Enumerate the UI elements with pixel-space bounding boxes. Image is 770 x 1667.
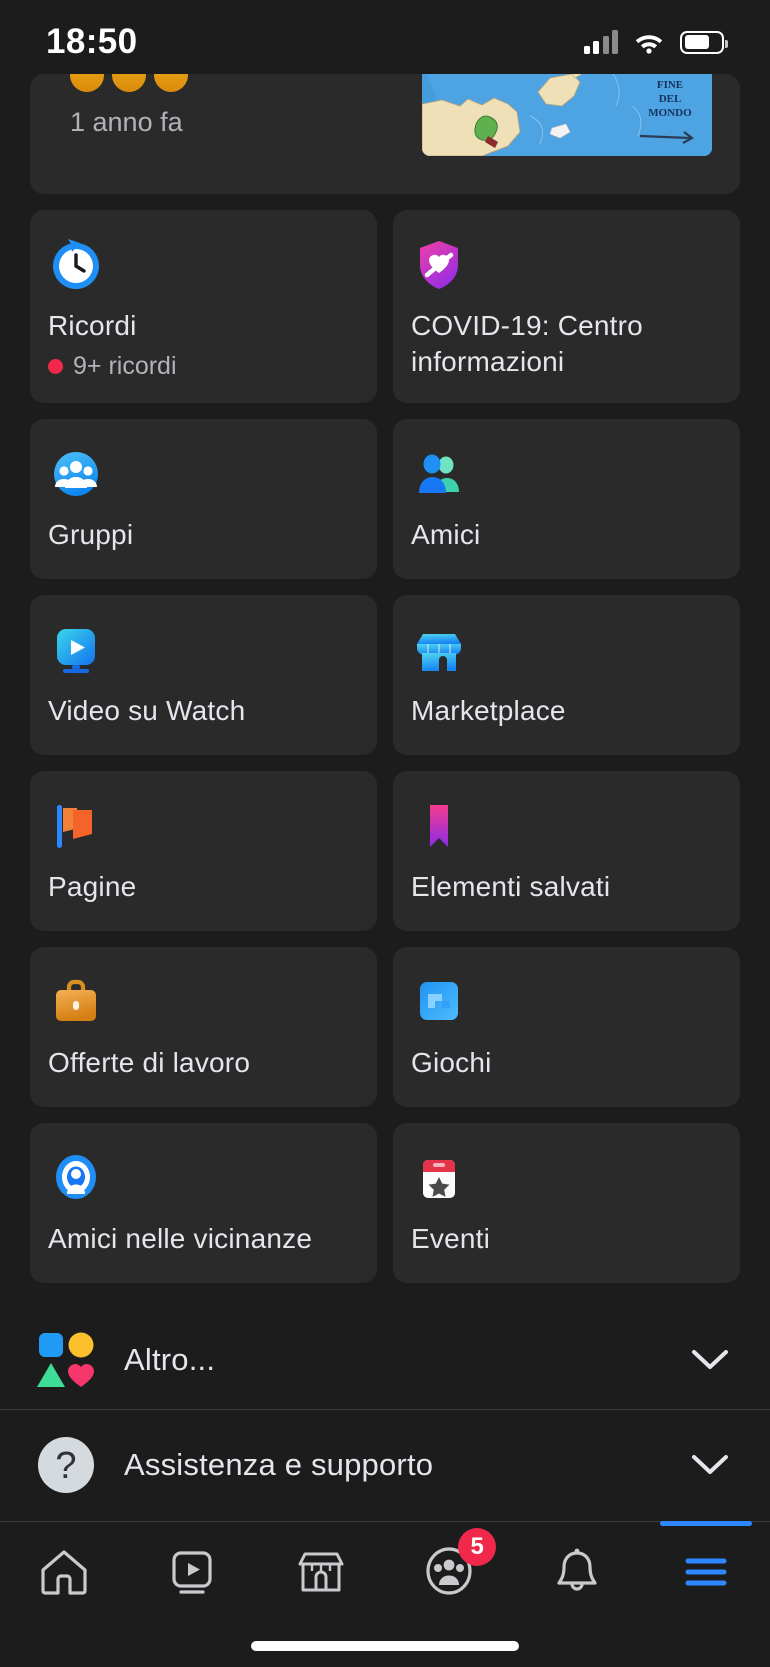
battery-icon xyxy=(680,30,728,54)
svg-text:FINE: FINE xyxy=(657,79,683,91)
shortcut-card-video-su-watch[interactable]: Video su Watch xyxy=(30,594,377,755)
shortcut-card-ricordi[interactable]: Ricordi 9+ ricordi xyxy=(30,210,377,403)
wifi-icon xyxy=(635,35,663,54)
active-tab-indicator xyxy=(659,1521,753,1526)
map-meme-image: FINE DEL MONDO xyxy=(422,74,712,156)
shortcut-card-covid[interactable]: COVID-19: Centro informazioni xyxy=(393,210,740,403)
shortcut-label: Amici nelle vicinanze xyxy=(48,1222,313,1254)
shortcut-label: Video su Watch xyxy=(48,694,246,726)
shortcut-label: Offerte di lavoro xyxy=(48,1046,251,1078)
chevron-down-icon[interactable] xyxy=(680,1347,740,1373)
help-question-circle-icon: ? xyxy=(30,1433,102,1497)
home-indicator xyxy=(251,1641,519,1651)
shortcut-sub-text: 9+ ricordi xyxy=(73,351,177,380)
marketplace-tab[interactable] xyxy=(257,1522,385,1622)
hamburger-menu-icon xyxy=(685,1558,727,1586)
bottom-nav-tabs: 5 xyxy=(0,1521,770,1622)
events-calendar-star-icon xyxy=(411,1149,722,1207)
shortcut-label: COVID-19: Centro informazioni xyxy=(411,310,643,377)
gaming-square-icon xyxy=(411,973,722,1031)
shortcut-card-amici-nelle-vicinanze[interactable]: Amici nelle vicinanze xyxy=(30,1122,377,1283)
memory-reaction-avatars xyxy=(70,74,188,92)
pages-flag-icon xyxy=(48,797,359,855)
status-bar-icons xyxy=(583,30,728,54)
svg-text:DEL: DEL xyxy=(659,93,682,105)
status-bar-time: 18:50 xyxy=(46,22,138,61)
shortcut-card-elementi-salvati[interactable]: Elementi salvati xyxy=(393,770,740,931)
bell-icon xyxy=(557,1548,598,1591)
shortcut-card-offerte-di-lavoro[interactable]: Offerte di lavoro xyxy=(30,946,377,1107)
home-icon xyxy=(41,1550,87,1595)
shortcut-label: Ricordi xyxy=(48,310,137,341)
saved-bookmark-icon xyxy=(411,797,722,855)
shortcut-card-gruppi[interactable]: Gruppi xyxy=(30,418,377,579)
svg-text:?: ? xyxy=(55,1445,76,1487)
shortcut-label: Elementi salvati xyxy=(411,870,611,902)
row-label: Altro... xyxy=(124,1341,216,1377)
row-assistenza-e-supporto[interactable]: ? Assistenza e supporto xyxy=(0,1410,770,1520)
shortcut-card-eventi[interactable]: Eventi xyxy=(393,1122,740,1283)
memories-clock-icon xyxy=(48,236,359,294)
memory-thumbnail[interactable]: FINE DEL MONDO xyxy=(422,74,712,156)
marketplace-storefront-icon xyxy=(411,621,722,679)
home-tab[interactable] xyxy=(0,1522,128,1622)
covid-shield-heart-icon xyxy=(411,236,722,294)
notifications-tab[interactable] xyxy=(513,1522,641,1622)
svg-text:MONDO: MONDO xyxy=(648,107,692,119)
shortcut-card-marketplace[interactable]: Marketplace xyxy=(393,594,740,755)
memory-time-ago: 1 anno fa xyxy=(70,107,183,137)
groups-tab[interactable]: 5 xyxy=(385,1522,513,1622)
shortcut-sublabel: 9+ ricordi xyxy=(48,352,359,381)
shortcut-label: Pagine xyxy=(48,870,137,902)
cellular-signal-icon xyxy=(583,30,618,54)
shortcut-label: Amici xyxy=(411,518,481,550)
nearby-friends-radar-icon xyxy=(48,1149,359,1207)
friends-two-people-icon xyxy=(411,445,722,503)
shortcut-label: Gruppi xyxy=(48,518,134,550)
watch-video-icon xyxy=(172,1551,213,1594)
memory-card[interactable]: 1 anno fa FINE DEL MONDO xyxy=(30,74,740,194)
chevron-down-icon[interactable] xyxy=(680,1452,740,1478)
shortcut-label: Marketplace xyxy=(411,694,566,726)
bottom-navigation-bar: 5 xyxy=(0,1521,770,1667)
groups-people-circle-icon xyxy=(48,445,359,503)
shortcuts-grid: Ricordi 9+ ricordi COVID-19: Centro info… xyxy=(30,210,740,1283)
more-shapes-icon xyxy=(30,1329,102,1391)
shortcut-card-giochi[interactable]: Giochi xyxy=(393,946,740,1107)
menu-tab[interactable] xyxy=(642,1521,770,1622)
menu-scroll-content: 1 anno fa FINE DEL MONDO Ricordi 9+ rico… xyxy=(0,74,770,1520)
row-altro[interactable]: Altro... xyxy=(0,1311,770,1409)
shortcut-card-amici[interactable]: Amici xyxy=(393,418,740,579)
status-bar: 18:50 xyxy=(0,0,770,74)
groups-badge: 5 xyxy=(458,1528,497,1566)
shortcut-label: Giochi xyxy=(411,1046,492,1078)
row-label: Assistenza e supporto xyxy=(124,1446,434,1482)
watch-tab[interactable] xyxy=(128,1522,256,1622)
shortcut-card-pagine[interactable]: Pagine xyxy=(30,770,377,931)
shortcut-label: Eventi xyxy=(411,1222,491,1254)
badge-dot xyxy=(48,358,63,374)
jobs-briefcase-icon xyxy=(48,973,359,1031)
marketplace-icon xyxy=(298,1552,344,1592)
watch-play-icon xyxy=(48,621,359,679)
